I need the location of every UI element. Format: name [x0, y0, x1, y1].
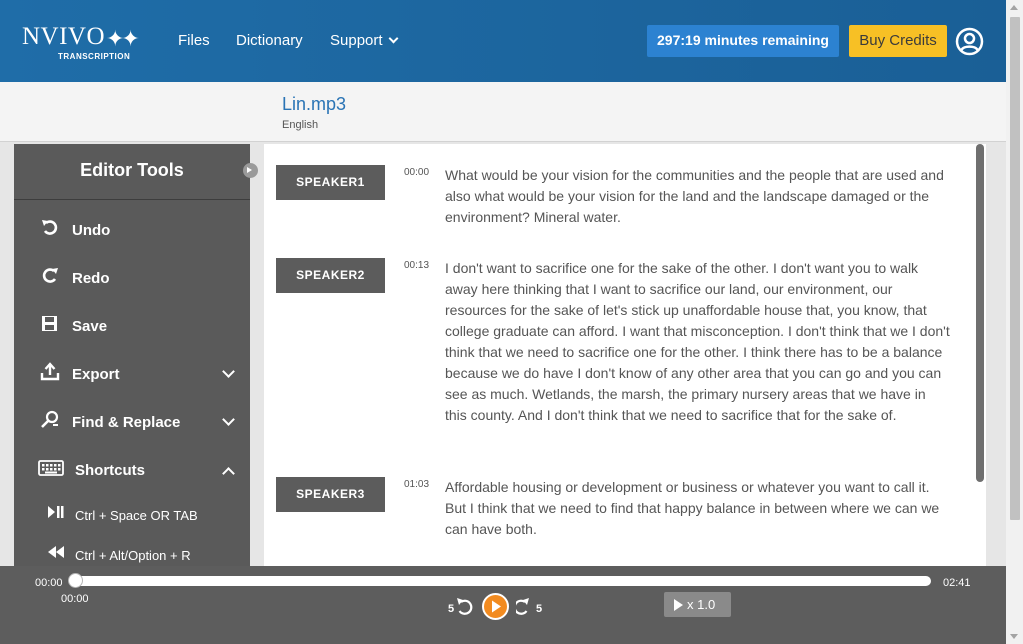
seek-handle[interactable] [68, 573, 83, 588]
scroll-up-icon[interactable] [1010, 5, 1018, 10]
start-time: 00:00 [35, 577, 63, 589]
play-button[interactable] [482, 593, 509, 620]
top-navigation-bar: NVIVO ✦✦ TRANSCRIPTION Files Dictionary … [0, 0, 1006, 82]
playback-speed-button[interactable]: x 1.0 [664, 592, 731, 617]
save-icon [42, 316, 57, 331]
transcript-scrollbar[interactable] [976, 144, 984, 482]
logo-text: NVIVO [22, 23, 106, 50]
redo-icon [42, 268, 58, 283]
find-replace-menu[interactable]: Find & Replace [14, 402, 250, 442]
chevron-down-icon [222, 413, 235, 426]
collapse-sidebar-button[interactable] [243, 163, 258, 178]
transcript-panel: SPEAKER1 00:00 What would be your vision… [264, 144, 986, 566]
segment-text[interactable]: I don't want to sacrifice one for the sa… [445, 258, 950, 426]
undo-label: Undo [72, 222, 111, 239]
nvivo-logo[interactable]: NVIVO ✦✦ TRANSCRIPTION [22, 23, 140, 62]
segment-timestamp[interactable]: 00:00 [404, 167, 429, 178]
shortcut-label: Ctrl + Space OR TAB [75, 508, 198, 523]
speaker-button[interactable]: SPEAKER2 [276, 258, 385, 293]
find-replace-icon [41, 410, 59, 428]
export-menu[interactable]: Export [14, 354, 250, 394]
divider [14, 199, 250, 200]
speaker-button[interactable]: SPEAKER1 [276, 165, 385, 200]
speed-value: x 1.0 [687, 597, 716, 612]
forward-5-button[interactable]: 5 [516, 596, 544, 618]
speaker-button[interactable]: SPEAKER3 [276, 477, 385, 512]
export-label: Export [72, 366, 120, 383]
segment-timestamp[interactable]: 00:13 [404, 260, 429, 271]
scroll-down-icon[interactable] [1010, 634, 1018, 639]
rewind-5-button[interactable]: 5 [448, 596, 476, 618]
logo-knot-icon: ✦✦ [106, 26, 140, 51]
shortcuts-label: Shortcuts [75, 462, 146, 479]
forward-icon [516, 599, 528, 615]
page-scrollbar[interactable] [1006, 0, 1023, 644]
nav-support-label: Support [330, 32, 383, 49]
rewind-icon [458, 599, 473, 615]
play-icon [674, 599, 683, 611]
end-time: 02:41 [943, 577, 971, 589]
segment-text[interactable]: Affordable housing or development or bus… [445, 477, 950, 540]
redo-button[interactable]: Redo [14, 258, 250, 298]
logo-subtitle: TRANSCRIPTION [58, 52, 131, 61]
nav-files[interactable]: Files [178, 32, 210, 49]
redo-label: Redo [72, 270, 110, 287]
save-label: Save [72, 318, 108, 335]
undo-button[interactable]: Undo [14, 210, 250, 250]
file-language: English [282, 119, 319, 131]
play-icon [492, 600, 501, 613]
chevron-down-icon [388, 33, 398, 44]
find-replace-label: Find & Replace [72, 414, 181, 431]
rewind-seconds: 5 [448, 603, 454, 615]
seek-bar[interactable] [75, 576, 931, 586]
minutes-remaining-badge[interactable]: 297:19 minutes remaining [647, 25, 839, 57]
user-account-icon[interactable] [955, 27, 984, 56]
export-icon [40, 362, 60, 381]
forward-seconds: 5 [536, 603, 542, 615]
nav-support[interactable]: Support [330, 32, 398, 49]
chevron-up-icon [222, 467, 235, 480]
play-pause-icon [48, 506, 64, 518]
save-button[interactable]: Save [14, 306, 250, 346]
editor-tools-panel: Editor Tools Undo Redo Save Export Find … [14, 144, 250, 566]
file-name[interactable]: Lin.mp3 [282, 94, 346, 115]
file-info-bar: Lin.mp3 English [0, 82, 1006, 142]
undo-icon [42, 220, 58, 235]
audio-player: 00:00 02:41 00:00 5 5 x 1.0 [0, 566, 1006, 644]
buy-credits-button[interactable]: Buy Credits [849, 25, 947, 57]
editor-tools-title: Editor Tools [80, 160, 184, 180]
rewind-icon [48, 546, 64, 558]
nav-dictionary[interactable]: Dictionary [236, 32, 303, 49]
current-time: 00:00 [61, 593, 89, 605]
scrollbar-thumb[interactable] [1010, 17, 1020, 520]
shortcut-play-pause: Ctrl + Space OR TAB [14, 500, 250, 530]
segment-timestamp[interactable]: 01:03 [404, 479, 429, 490]
chevron-down-icon [222, 365, 235, 378]
shortcut-rewind: Ctrl + Alt/Option + R [14, 540, 250, 566]
segment-text[interactable]: What would be your vision for the commun… [445, 165, 950, 228]
shortcuts-menu[interactable]: Shortcuts [14, 450, 250, 490]
shortcut-label: Ctrl + Alt/Option + R [75, 548, 191, 563]
keyboard-icon [38, 460, 64, 476]
